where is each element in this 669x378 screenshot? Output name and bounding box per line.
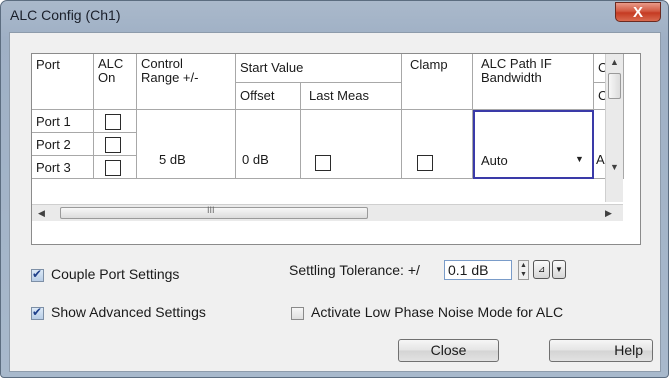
settling-tolerance-input[interactable]: 0.1 dB bbox=[444, 260, 512, 280]
horizontal-scroll-thumb[interactable]: III bbox=[60, 205, 368, 219]
step-icon: ⊿ bbox=[537, 264, 546, 274]
header-port: Port bbox=[32, 54, 94, 110]
couple-port-settings-checkbox[interactable] bbox=[31, 267, 44, 282]
chevron-down-icon: ▼ bbox=[555, 265, 563, 274]
horizontal-scrollbar[interactable]: ◀ III ▶ bbox=[32, 204, 623, 221]
clamp-cell bbox=[402, 110, 473, 179]
scroll-right-icon[interactable]: ▶ bbox=[605, 208, 612, 219]
show-advanced-settings-checkbox[interactable] bbox=[31, 305, 44, 320]
header-alc-path-if-bandwidth: ALC Path IF Bandwidth bbox=[473, 54, 594, 110]
scroll-left-icon[interactable]: ◀ bbox=[38, 208, 45, 219]
show-advanced-settings-label[interactable]: Show Advanced Settings bbox=[51, 304, 206, 320]
row-header-port-2[interactable]: Port 2 bbox=[32, 133, 94, 156]
help-button[interactable]: Help bbox=[549, 339, 653, 362]
grip-icon: III bbox=[207, 205, 215, 215]
control-range-cell[interactable]: 5 dB bbox=[137, 110, 236, 179]
window-title: ALC Config (Ch1) bbox=[10, 7, 121, 23]
row-header-port-3[interactable]: Port 3 bbox=[32, 156, 94, 179]
row-header-port-1[interactable]: Port 1 bbox=[32, 110, 94, 133]
scroll-up-icon[interactable]: ▲ bbox=[610, 57, 619, 67]
alc-config-dialog: ALC Config (Ch1) X Port ALC On Control R… bbox=[0, 0, 669, 378]
if-bandwidth-dropdown[interactable]: Auto ▼ bbox=[473, 110, 594, 179]
alc-on-checkbox-port-2[interactable] bbox=[105, 137, 121, 153]
close-button[interactable]: Close bbox=[398, 339, 499, 362]
vertical-scrollbar[interactable]: ▲ ▼ bbox=[605, 54, 623, 202]
offset-cell[interactable]: 0 dB bbox=[236, 110, 301, 179]
title-bar[interactable]: ALC Config (Ch1) X bbox=[1, 1, 668, 33]
low-phase-noise-checkbox[interactable] bbox=[291, 307, 304, 320]
alc-settings-grid: Port ALC On Control Range +/- Start Valu… bbox=[31, 53, 641, 245]
low-phase-noise-label[interactable]: Activate Low Phase Noise Mode for ALC bbox=[311, 304, 563, 320]
stepper-down-icon[interactable]: ▼ bbox=[520, 271, 527, 278]
dialog-client-area: Port ALC On Control Range +/- Start Valu… bbox=[9, 32, 661, 372]
last-meas-checkbox[interactable] bbox=[315, 155, 331, 171]
vertical-scroll-thumb[interactable] bbox=[608, 73, 621, 99]
units-dropdown-button[interactable]: ▼ bbox=[552, 260, 566, 279]
header-last-meas: Last Meas bbox=[301, 83, 402, 110]
close-icon: X bbox=[632, 3, 643, 21]
close-window-button[interactable]: X bbox=[615, 2, 661, 22]
header-clamp: Clamp bbox=[402, 54, 473, 110]
header-control-range: Control Range +/- bbox=[137, 54, 236, 110]
settling-tolerance-stepper[interactable]: ▲ ▼ bbox=[518, 260, 529, 280]
scroll-down-icon[interactable]: ▼ bbox=[610, 162, 619, 172]
settling-tolerance-label: Settling Tolerance: +/ bbox=[289, 262, 420, 278]
header-offset: Offset bbox=[236, 83, 301, 110]
header-alc-on: ALC On bbox=[94, 54, 137, 110]
if-bandwidth-value: Auto bbox=[481, 153, 508, 168]
chevron-down-icon[interactable]: ▼ bbox=[575, 154, 584, 164]
alc-on-checkbox-port-3[interactable] bbox=[105, 160, 121, 176]
clamp-checkbox[interactable] bbox=[417, 155, 433, 171]
couple-port-settings-label[interactable]: Couple Port Settings bbox=[51, 266, 179, 282]
header-start-value: Start Value bbox=[236, 54, 402, 83]
units-toggle-button[interactable]: ⊿ bbox=[533, 260, 550, 279]
alc-on-checkbox-port-1[interactable] bbox=[105, 114, 121, 130]
stepper-up-icon[interactable]: ▲ bbox=[520, 262, 527, 269]
